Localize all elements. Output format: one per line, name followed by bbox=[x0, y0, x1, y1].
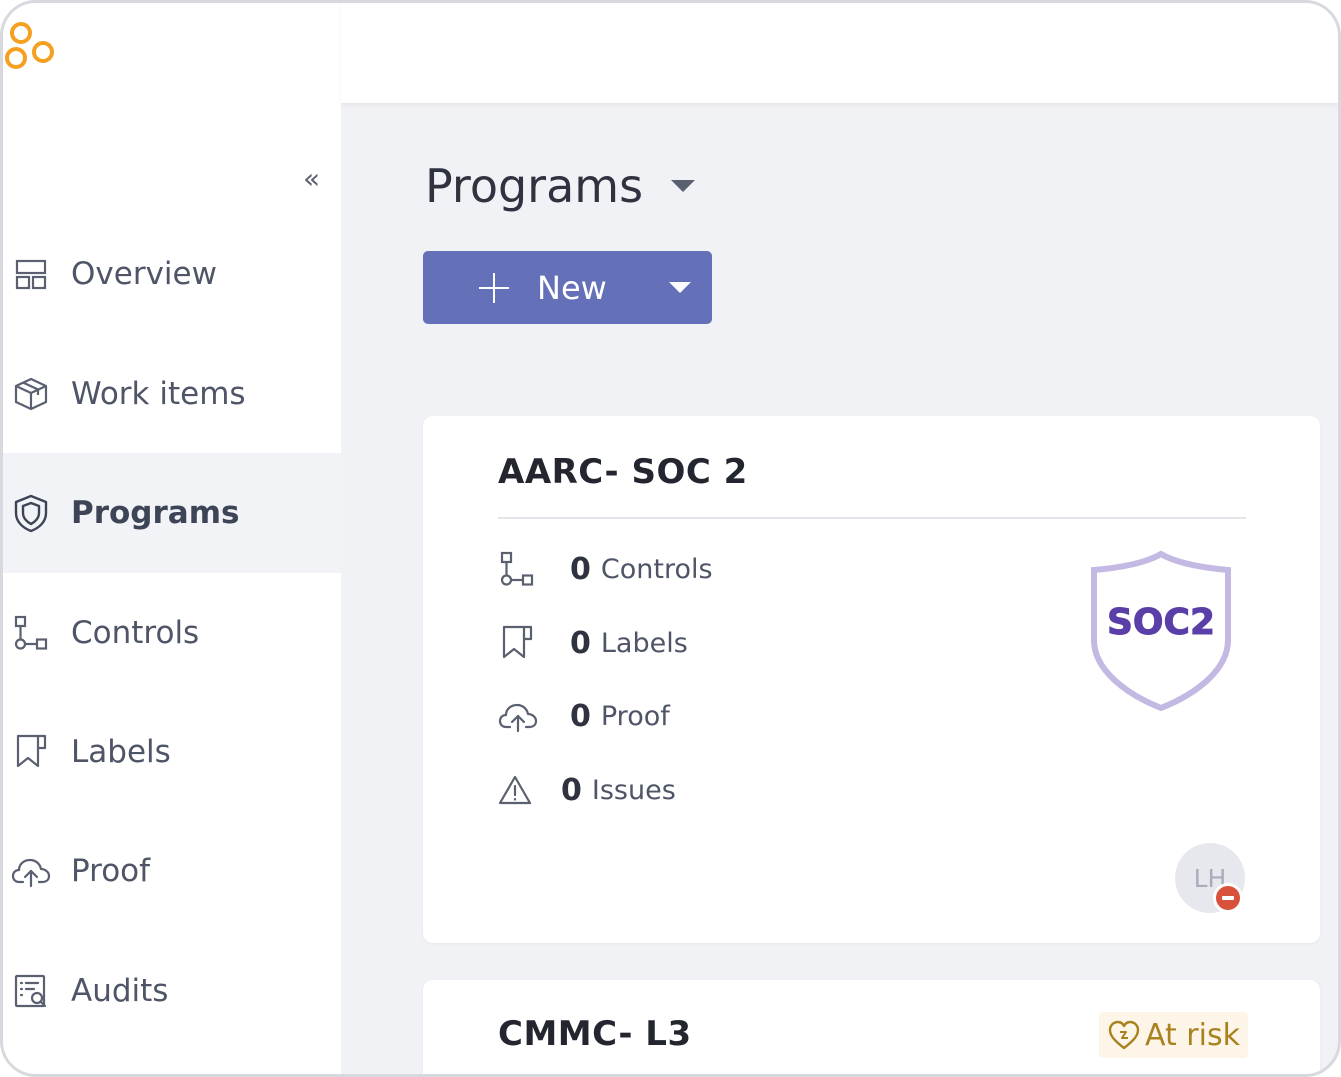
label-icon bbox=[11, 732, 51, 772]
sidebar-item-label: Proof bbox=[71, 853, 151, 889]
controls-icon bbox=[11, 613, 51, 653]
new-program-button[interactable]: New bbox=[423, 251, 712, 324]
sidebar-item-label: Programs bbox=[71, 495, 240, 531]
svg-text:SOC2: SOC2 bbox=[1107, 602, 1215, 643]
cloud-upload-icon bbox=[498, 696, 544, 736]
page-title: Programs bbox=[425, 159, 644, 213]
program-title[interactable]: AARC- SOC 2 bbox=[498, 452, 748, 492]
sidebar-item-controls[interactable]: Controls bbox=[3, 573, 341, 693]
stat-controls[interactable]: 0 Controls bbox=[498, 549, 713, 589]
program-card[interactable]: CMMC- L3 At risk bbox=[423, 980, 1320, 1074]
soc2-badge-logo: SOC2 bbox=[1091, 550, 1231, 712]
sidebar-item-label: Controls bbox=[71, 615, 200, 651]
sidebar-item-audits[interactable]: Audits bbox=[3, 931, 341, 1051]
sidebar-item-label: Work items bbox=[71, 376, 246, 412]
page-title-dropdown[interactable]: Programs bbox=[425, 159, 696, 213]
plus-icon bbox=[479, 272, 509, 303]
stat-label: Issues bbox=[591, 774, 676, 806]
sidebar-item-programs[interactable]: Programs bbox=[3, 453, 341, 573]
owner-avatar[interactable]: LH bbox=[1175, 843, 1245, 913]
controls-icon bbox=[498, 549, 544, 589]
status-minus-icon bbox=[1213, 883, 1243, 913]
sidebar-item-overview[interactable]: Overview bbox=[3, 214, 341, 334]
stat-count: 0 bbox=[570, 551, 591, 587]
stat-count: 0 bbox=[570, 698, 591, 734]
sidebar-item-label: Overview bbox=[71, 256, 217, 292]
status-badge: At risk bbox=[1099, 1012, 1248, 1058]
sidebar-item-proof[interactable]: Proof bbox=[3, 811, 341, 931]
program-title[interactable]: CMMC- L3 bbox=[498, 1014, 692, 1054]
stat-count: 0 bbox=[561, 772, 582, 808]
stat-issues[interactable]: 0 Issues bbox=[498, 770, 676, 810]
chevron-down-icon bbox=[671, 180, 696, 192]
layout-icon bbox=[11, 254, 51, 294]
stat-proof[interactable]: 0 Proof bbox=[498, 696, 670, 736]
stat-labels[interactable]: 0 Labels bbox=[498, 623, 688, 663]
sidebar-item-label: Audits bbox=[71, 973, 169, 1009]
audit-list-icon bbox=[11, 971, 51, 1011]
sidebar-item-label: Labels bbox=[71, 734, 171, 770]
sidebar-item-labels[interactable]: Labels bbox=[3, 692, 341, 812]
stat-label: Controls bbox=[600, 553, 713, 585]
stat-count: 0 bbox=[570, 625, 591, 661]
sidebar-item-work-items[interactable]: Work items bbox=[3, 334, 341, 454]
new-options-dropdown[interactable] bbox=[648, 251, 712, 324]
sidebar: « Overview Work items Programs Controls … bbox=[3, 3, 341, 1074]
collapse-sidebar-button[interactable]: « bbox=[303, 165, 320, 193]
warning-icon bbox=[498, 770, 535, 810]
status-text: At risk bbox=[1145, 1017, 1240, 1053]
stat-label: Labels bbox=[600, 627, 688, 659]
box-icon bbox=[11, 374, 51, 414]
stat-label: Proof bbox=[600, 700, 670, 732]
new-button-label: New bbox=[537, 268, 607, 307]
label-icon bbox=[498, 623, 544, 663]
program-card[interactable]: AARC- SOC 2 0 Controls 0 Labels 0 Proof … bbox=[423, 416, 1320, 943]
heart-icon bbox=[1108, 1020, 1140, 1050]
app-logo[interactable] bbox=[3, 17, 63, 77]
divider bbox=[498, 517, 1246, 519]
top-bar bbox=[341, 3, 1338, 103]
app-window: « Overview Work items Programs Controls … bbox=[0, 0, 1341, 1077]
shield-icon bbox=[11, 493, 51, 533]
cloud-upload-icon bbox=[11, 851, 51, 891]
